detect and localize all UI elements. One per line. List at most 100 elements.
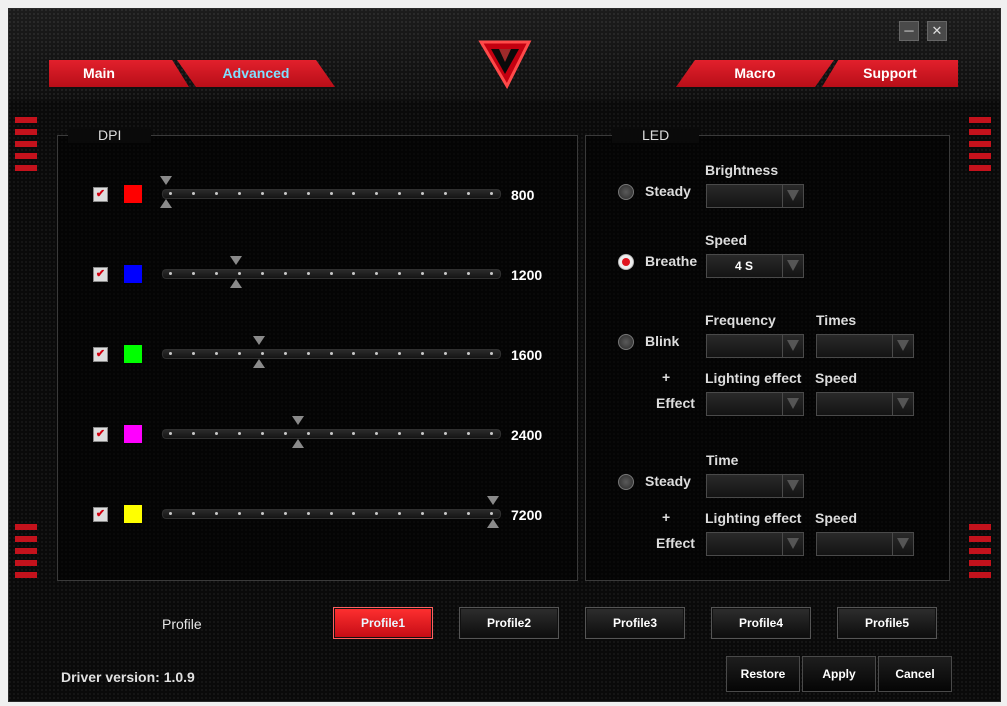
profile1-button[interactable]: Profile1 <box>333 607 433 639</box>
slider-tick <box>169 512 172 515</box>
slider-thumb-bottom[interactable] <box>292 439 305 448</box>
chevron-down-icon <box>892 335 913 357</box>
chevron-down-icon <box>782 533 803 555</box>
blink-radio[interactable] <box>618 334 634 350</box>
slider-thumb-bottom[interactable] <box>253 359 266 368</box>
slider-tick <box>490 352 493 355</box>
steady-effect-radio[interactable] <box>618 474 634 490</box>
tab-main[interactable]: Main <box>49 60 189 87</box>
dpi-color-swatch[interactable] <box>124 425 142 443</box>
profile2-button[interactable]: Profile2 <box>459 607 559 639</box>
dpi-enable-checkbox[interactable]: ✔ <box>93 187 108 202</box>
steady-lighting-effect-select[interactable] <box>706 532 804 556</box>
dpi-row: ✔ 800 <box>58 173 577 213</box>
dpi-color-swatch[interactable] <box>124 505 142 523</box>
tab-macro[interactable]: Macro <box>676 60 834 87</box>
tab-macro-label: Macro <box>734 65 776 81</box>
slider-thumb-top[interactable] <box>487 496 499 505</box>
dpi-value: 1600 <box>511 347 543 363</box>
slider-tick <box>467 512 471 515</box>
slider-tick <box>237 432 241 435</box>
dpi-color-swatch[interactable] <box>124 185 142 203</box>
dpi-slider-track[interactable] <box>162 429 501 439</box>
chevron-down-icon <box>782 185 803 207</box>
slider-thumb-bottom[interactable] <box>160 199 172 208</box>
slider-tick <box>191 352 195 355</box>
slider-tick <box>191 272 195 275</box>
dpi-enable-checkbox[interactable]: ✔ <box>93 427 108 442</box>
slider-tick <box>444 272 448 275</box>
slider-tick <box>237 272 241 275</box>
breathe-speed-value: 4 S <box>734 259 753 273</box>
blink-label: Blink <box>645 333 680 349</box>
close-button[interactable]: ✕ <box>927 21 947 41</box>
slider-tick <box>214 192 218 195</box>
slider-thumb-bottom[interactable] <box>487 519 499 528</box>
dpi-enable-checkbox[interactable]: ✔ <box>93 347 108 362</box>
frequency-select[interactable] <box>706 334 804 358</box>
slider-tick <box>490 272 493 275</box>
steady-lighting-effect-label: Lighting effect <box>705 510 802 526</box>
slider-tick <box>375 352 379 355</box>
breathe-label: Breathe <box>645 253 698 269</box>
slider-thumb-top[interactable] <box>230 256 243 265</box>
slider-tick <box>214 352 218 355</box>
slider-tick <box>444 192 448 195</box>
blink-plus: + <box>662 369 671 385</box>
dpi-slider-track[interactable] <box>162 509 501 519</box>
time-select[interactable] <box>706 474 804 498</box>
blink-speed-label: Speed <box>815 370 858 386</box>
slider-tick <box>329 352 333 355</box>
dpi-slider-track[interactable] <box>162 349 501 359</box>
breathe-radio[interactable] <box>618 254 634 270</box>
led-panel: LED Steady Brightness Breathe Speed 4 S … <box>585 127 950 581</box>
profile3-button[interactable]: Profile3 <box>585 607 685 639</box>
restore-button[interactable]: Restore <box>726 656 800 692</box>
times-select[interactable] <box>816 334 914 358</box>
slider-thumb-top[interactable] <box>292 416 305 425</box>
brightness-label: Brightness <box>705 162 779 178</box>
slider-tick <box>352 512 356 515</box>
slider-thumb-top[interactable] <box>253 336 266 345</box>
apply-button[interactable]: Apply <box>802 656 876 692</box>
slider-tick <box>421 352 425 355</box>
dpi-color-swatch[interactable] <box>124 345 142 363</box>
slider-tick <box>237 192 241 195</box>
steady-label: Steady <box>645 183 691 199</box>
profile5-button[interactable]: Profile5 <box>837 607 937 639</box>
blink-lighting-effect-label: Lighting effect <box>705 370 802 386</box>
dpi-slider-track[interactable] <box>162 189 501 199</box>
slider-tick <box>329 512 333 515</box>
slider-tick <box>375 272 379 275</box>
blink-lighting-effect-select[interactable] <box>706 392 804 416</box>
slider-tick <box>283 352 287 355</box>
steady-speed-select[interactable] <box>816 532 914 556</box>
dpi-enable-checkbox[interactable]: ✔ <box>93 267 108 282</box>
tab-advanced[interactable]: Advanced <box>177 60 335 87</box>
brightness-select[interactable] <box>706 184 804 208</box>
app-window: ─ ✕ Main Advanced Macro Support DPI ✔ 800… <box>8 8 1001 702</box>
minimize-button[interactable]: ─ <box>899 21 919 41</box>
slider-tick <box>490 512 493 515</box>
slider-tick <box>398 352 402 355</box>
steady-radio[interactable] <box>618 184 634 200</box>
steady-plus: + <box>662 509 671 525</box>
slider-tick <box>260 272 264 275</box>
slider-tick <box>398 512 402 515</box>
times-label: Times <box>816 312 857 328</box>
tab-support-label: Support <box>863 65 917 81</box>
breathe-speed-select[interactable]: 4 S <box>706 254 804 278</box>
slider-thumb-top[interactable] <box>160 176 172 185</box>
cancel-button[interactable]: Cancel <box>878 656 952 692</box>
slider-tick <box>169 432 172 435</box>
dpi-enable-checkbox[interactable]: ✔ <box>93 507 108 522</box>
dpi-value: 1200 <box>511 267 543 283</box>
chevron-down-icon <box>782 393 803 415</box>
tab-support[interactable]: Support <box>822 60 958 87</box>
dpi-color-swatch[interactable] <box>124 265 142 283</box>
dpi-slider-track[interactable] <box>162 269 501 279</box>
slider-tick <box>306 192 310 195</box>
profile4-button[interactable]: Profile4 <box>711 607 811 639</box>
blink-speed-select[interactable] <box>816 392 914 416</box>
slider-thumb-bottom[interactable] <box>230 279 243 288</box>
